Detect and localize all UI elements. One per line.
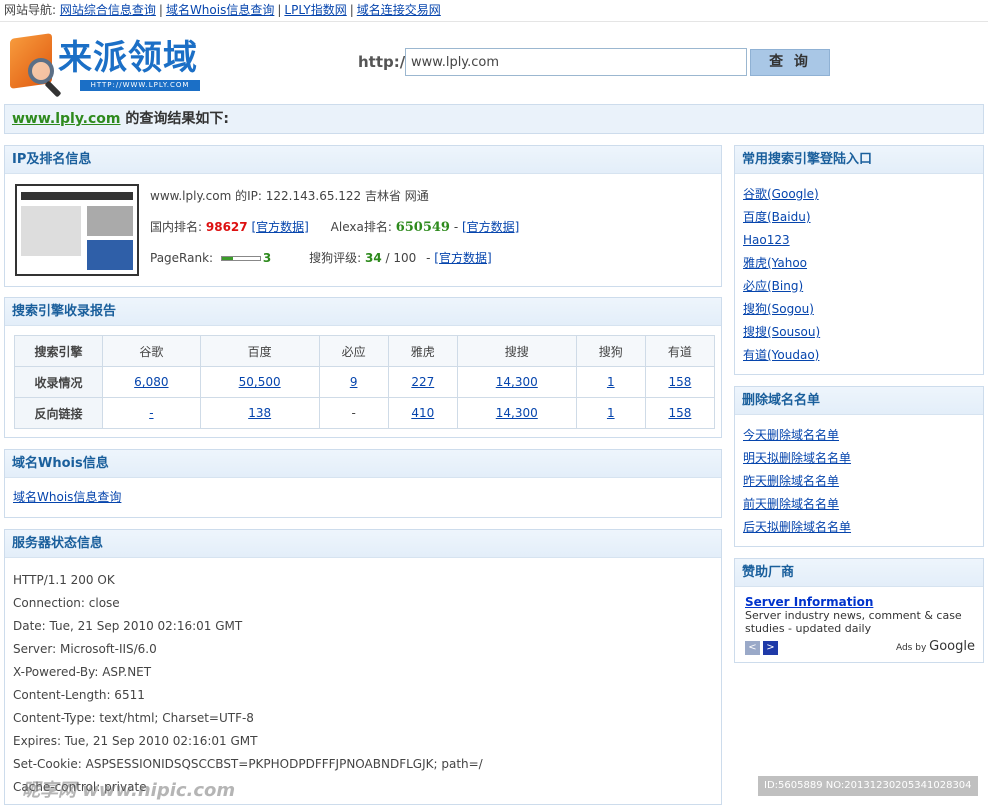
- server-status-panel-title: 服务器状态信息: [5, 530, 721, 558]
- indexed-yahoo[interactable]: 227: [411, 375, 434, 389]
- ip-rank-panel-title: IP及排名信息: [5, 146, 721, 174]
- deleted-domains-panel-title: 删除域名名单: [735, 387, 983, 415]
- indexed-google[interactable]: 6,080: [134, 375, 168, 389]
- search-engine-panel: 搜索引擎收录报告 搜索引擎 谷歌 百度 必应 雅虎 搜搜 搜狗 有道 收录情况 …: [4, 297, 722, 438]
- header-line: Content-Length: 6511: [13, 688, 145, 702]
- backlinks-google[interactable]: -: [149, 406, 153, 420]
- search-engine-panel-title: 搜索引擎收录报告: [5, 298, 721, 326]
- backlinks-yahoo[interactable]: 410: [411, 406, 434, 420]
- table-header-row: 搜索引擎 谷歌 百度 必应 雅虎 搜搜 搜狗 有道: [14, 335, 716, 367]
- engine-link-yahoo[interactable]: 雅虎(Yahoo: [743, 253, 975, 276]
- backlinks-soso[interactable]: 14,300: [496, 406, 538, 420]
- table-row: 反向链接 - 138 - 410 14,300 1 158: [14, 397, 716, 429]
- engine-link-youdao[interactable]: 有道(Youdao): [743, 345, 975, 368]
- indexed-soso[interactable]: 14,300: [496, 375, 538, 389]
- engine-link-baidu[interactable]: 百度(Baidu): [743, 207, 975, 230]
- table-row: 收录情况 6,080 50,500 9 227 14,300 1 158: [14, 366, 716, 398]
- ad-block: Server Information Server industry news,…: [745, 595, 977, 635]
- search-prefix: http://: [358, 53, 411, 71]
- indexed-bing[interactable]: 9: [350, 375, 358, 389]
- header-line: X-Powered-By: ASP.NET: [13, 665, 152, 679]
- google-logo: Google: [929, 639, 975, 654]
- ad-description: Server industry news, comment & case stu…: [745, 609, 962, 635]
- nav-link-link-exchange[interactable]: 域名连接交易网: [357, 3, 441, 17]
- header-line: Content-Type: text/html; Charset=UTF-8: [13, 711, 254, 725]
- pagerank-value: 3: [262, 251, 272, 265]
- pagerank-bar: [220, 256, 261, 261]
- backlinks-sogou[interactable]: 1: [607, 406, 615, 420]
- magnifier-icon: [28, 58, 54, 84]
- nav-link-lply-index[interactable]: LPLY指数网: [284, 3, 346, 17]
- server-status-panel: 服务器状态信息 HTTP/1.1 200 OK Connection: clos…: [4, 529, 722, 805]
- ad-nav: < >: [745, 639, 781, 655]
- sogou-rank-value: 34: [364, 251, 382, 265]
- result-domain-link[interactable]: www.lply.com: [12, 111, 121, 127]
- query-button[interactable]: 查 询: [750, 49, 830, 76]
- sponsors-panel-title: 赞助厂商: [735, 559, 983, 587]
- nav-link-site-info[interactable]: 网站综合信息查询: [60, 3, 156, 17]
- watermark: 昵享网 www.nipic.com ID:5605889 NO:20131230…: [0, 772, 988, 805]
- deleted-yesterday-link[interactable]: 昨天删除域名名单: [743, 471, 975, 494]
- header-line: Date: Tue, 21 Sep 2010 02:16:01 GMT: [13, 619, 243, 633]
- engine-link-soso[interactable]: 搜搜(Sousou): [743, 322, 975, 345]
- deleted-day-after-link[interactable]: 后天拟删除域名名单: [743, 517, 975, 540]
- site-logo[interactable]: 来派领域 HTTP://WWW.LPLY.COM: [10, 30, 205, 98]
- logo-url: HTTP://WWW.LPLY.COM: [80, 80, 200, 91]
- ip-row: www.lply.com 的IP: 122.143.65.122 吉林省 网通: [150, 189, 429, 203]
- deleted-day-before-link[interactable]: 前天删除域名名单: [743, 494, 975, 517]
- whois-panel: 域名Whois信息 域名Whois信息查询: [4, 449, 722, 518]
- indexed-sogou[interactable]: 1: [607, 375, 615, 389]
- backlinks-youdao[interactable]: 158: [668, 406, 691, 420]
- deleted-domains-panel: 删除域名名单 今天删除域名名单 明天拟删除域名名单 昨天删除域名名单 前天删除域…: [734, 386, 984, 547]
- whois-panel-title: 域名Whois信息: [5, 450, 721, 478]
- alexa-official-link[interactable]: [官方数据]: [462, 220, 519, 234]
- pagerank-row: PageRank: 3 搜狗评级: 34 / 100 - [官方数据]: [150, 251, 492, 265]
- ad-title-link[interactable]: Server Information: [745, 595, 873, 609]
- cn-rank-value: 98627: [205, 220, 248, 234]
- engine-link-bing[interactable]: 必应(Bing): [743, 276, 975, 299]
- index-table: 搜索引擎 谷歌 百度 必应 雅虎 搜搜 搜狗 有道 收录情况 6,080 50,…: [14, 335, 716, 429]
- engine-links-panel-title: 常用搜索引擎登陆入口: [735, 146, 983, 174]
- header-line: HTTP/1.1 200 OK: [13, 573, 115, 587]
- rank-row: 国内排名: 98627 [官方数据] Alexa排名: 650549 - [官方…: [150, 220, 520, 235]
- site-thumbnail: [15, 184, 139, 276]
- indexed-youdao[interactable]: 158: [668, 375, 691, 389]
- ip-value: 122.143.65.122 吉林省 网通: [265, 189, 429, 203]
- alexa-rank-value: 650549: [395, 220, 450, 235]
- engine-link-sogou[interactable]: 搜狗(Sogou): [743, 299, 975, 322]
- top-nav-label: 网站导航:: [4, 3, 57, 17]
- sogou-official-link[interactable]: [官方数据]: [434, 251, 491, 265]
- deleted-tomorrow-link[interactable]: 明天拟删除域名名单: [743, 448, 975, 471]
- indexed-baidu[interactable]: 50,500: [239, 375, 281, 389]
- engine-link-hao123[interactable]: Hao123: [743, 230, 975, 253]
- ip-rank-panel: IP及排名信息 www.lply.com 的IP: 122.143.65.122…: [4, 145, 722, 287]
- cn-rank-official-link[interactable]: [官方数据]: [251, 220, 308, 234]
- whois-query-link[interactable]: 域名Whois信息查询: [13, 490, 121, 504]
- backlinks-bing: -: [318, 397, 389, 429]
- result-heading: www.lply.com 的查询结果如下:: [4, 104, 984, 134]
- ad-prev-icon[interactable]: <: [745, 641, 760, 655]
- top-nav: 网站导航: 网站综合信息查询 | 域名Whois信息查询 | LPLY指数网 | 域名连接交…: [0, 0, 988, 22]
- engine-link-google[interactable]: 谷歌(Google): [743, 184, 975, 207]
- header-line: Server: Microsoft-IIS/6.0: [13, 642, 157, 656]
- domain-input[interactable]: [405, 48, 747, 76]
- backlinks-baidu[interactable]: 138: [248, 406, 271, 420]
- ad-next-icon[interactable]: >: [763, 641, 778, 655]
- watermark-right: ID:5605889 NO:20131230205341028304: [758, 776, 978, 796]
- ads-by-google[interactable]: Ads by Google: [896, 639, 975, 654]
- nav-link-whois[interactable]: 域名Whois信息查询: [166, 3, 274, 17]
- result-suffix: 的查询结果如下:: [120, 111, 229, 127]
- header-line: Connection: close: [13, 596, 120, 610]
- sponsors-panel: 赞助厂商 Server Information Server industry …: [734, 558, 984, 663]
- watermark-left: 昵享网 www.nipic.com: [22, 780, 236, 801]
- deleted-today-link[interactable]: 今天删除域名名单: [743, 425, 975, 448]
- engine-links-panel: 常用搜索引擎登陆入口 谷歌(Google) 百度(Baidu) Hao123 雅…: [734, 145, 984, 375]
- logo-text: 来派领域: [58, 38, 198, 78]
- header-line: Expires: Tue, 21 Sep 2010 02:16:01 GMT: [13, 734, 258, 748]
